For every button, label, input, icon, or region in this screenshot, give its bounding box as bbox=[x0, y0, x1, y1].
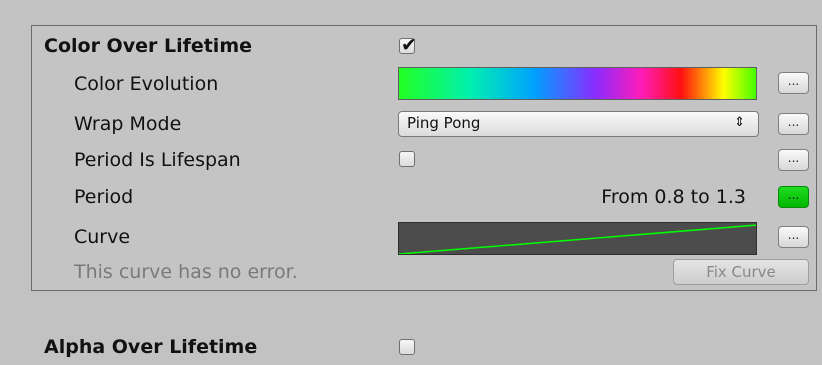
curve-preview[interactable] bbox=[398, 222, 757, 255]
wrap-mode-options-button[interactable]: ... bbox=[778, 113, 809, 135]
period-options-button[interactable]: ... bbox=[778, 186, 809, 208]
period-is-lifespan-options-button[interactable]: ... bbox=[778, 149, 809, 171]
checkmark-icon: ✔ bbox=[401, 34, 417, 56]
period-is-lifespan-checkbox[interactable] bbox=[399, 151, 415, 167]
curve-label: Curve bbox=[74, 226, 131, 248]
period-label: Period bbox=[74, 186, 134, 208]
wrap-mode-label: Wrap Mode bbox=[74, 113, 182, 135]
dropdown-arrows-icon: ⇕ bbox=[734, 115, 745, 130]
curve-graph bbox=[399, 224, 756, 254]
alpha-over-lifetime-title: Alpha Over Lifetime bbox=[44, 336, 258, 358]
color-evolution-options-button[interactable]: ... bbox=[778, 72, 809, 94]
wrap-mode-value: Ping Pong bbox=[407, 114, 481, 132]
curve-options-button[interactable]: ... bbox=[778, 226, 809, 248]
period-is-lifespan-label: Period Is Lifespan bbox=[74, 149, 241, 171]
alpha-over-lifetime-checkbox[interactable] bbox=[399, 339, 415, 355]
fix-curve-button[interactable]: Fix Curve bbox=[673, 259, 809, 285]
color-evolution-label: Color Evolution bbox=[74, 73, 219, 95]
period-value[interactable]: From 0.8 to 1.3 bbox=[601, 185, 746, 209]
color-evolution-gradient-field[interactable] bbox=[398, 67, 757, 100]
color-over-lifetime-checkbox[interactable]: ✔ bbox=[399, 34, 417, 56]
curve-status-text: This curve has no error. bbox=[74, 261, 298, 283]
curve-line bbox=[399, 224, 756, 254]
color-over-lifetime-title: Color Over Lifetime bbox=[44, 35, 253, 57]
wrap-mode-dropdown[interactable]: Ping Pong ⇕ bbox=[398, 111, 759, 137]
